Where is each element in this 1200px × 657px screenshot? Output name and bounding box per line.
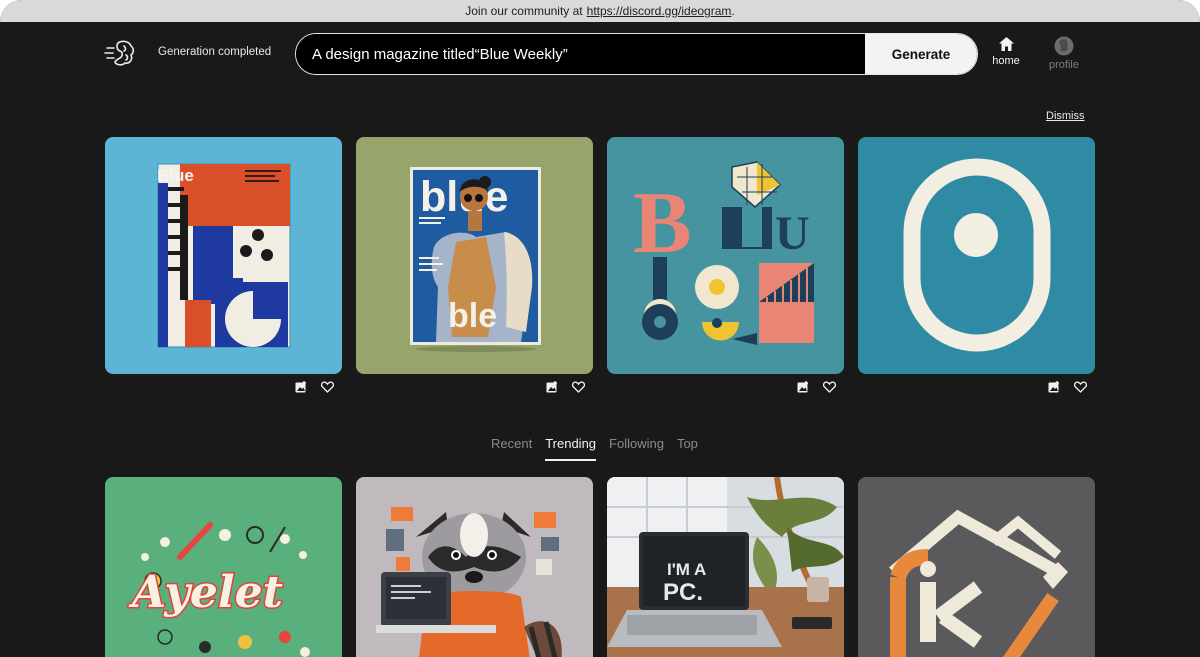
tab-trending[interactable]: Trending bbox=[545, 436, 596, 461]
image-text-im-a: I'M A bbox=[667, 560, 706, 579]
community-banner: Join our community at https://discord.gg… bbox=[0, 0, 1200, 22]
nav-profile[interactable]: profile bbox=[1042, 36, 1086, 71]
nav-home[interactable]: home bbox=[984, 36, 1028, 67]
remix-image-icon[interactable] bbox=[295, 381, 307, 393]
result-image-3[interactable]: B U bbox=[607, 137, 844, 374]
feed-tabs: Recent Trending Following Top bbox=[491, 436, 698, 461]
image-text-blue: Blue bbox=[157, 166, 194, 185]
generation-status: Generation completed bbox=[158, 46, 272, 58]
remix-image-icon[interactable] bbox=[546, 381, 558, 393]
feed-image-3[interactable]: I'M A PC. bbox=[607, 477, 844, 657]
image-text-ayelet: Ayelet bbox=[128, 567, 283, 618]
banner-text: Join our community at bbox=[465, 4, 583, 18]
heart-icon[interactable] bbox=[572, 381, 585, 393]
remix-image-icon[interactable] bbox=[797, 381, 809, 393]
nav-home-label: home bbox=[992, 55, 1020, 67]
tab-top[interactable]: Top bbox=[677, 436, 698, 461]
image-actions-2 bbox=[546, 381, 586, 395]
feed-image-2[interactable] bbox=[356, 477, 593, 657]
feed-image-4[interactable] bbox=[858, 477, 1095, 657]
discord-link[interactable]: https://discord.gg/ideogram bbox=[587, 4, 732, 18]
nav-profile-label: profile bbox=[1049, 59, 1079, 71]
home-icon bbox=[998, 37, 1014, 51]
heart-icon[interactable] bbox=[823, 381, 836, 393]
banner-suffix: . bbox=[731, 4, 735, 18]
image-actions-3 bbox=[797, 381, 837, 395]
result-image-2[interactable]: blue ble bbox=[356, 137, 593, 374]
feed-image-1[interactable]: Ayelet bbox=[105, 477, 342, 657]
heart-icon[interactable] bbox=[321, 381, 334, 393]
generate-button[interactable]: Generate bbox=[865, 34, 977, 74]
image-text-u: U bbox=[775, 207, 810, 260]
image-text-pc: PC. bbox=[663, 579, 703, 606]
dismiss-link[interactable]: Dismiss bbox=[1046, 110, 1085, 122]
image-text-ble: ble bbox=[448, 297, 497, 335]
image-actions-1 bbox=[295, 381, 335, 395]
heart-icon[interactable] bbox=[1074, 381, 1087, 393]
profile-icon bbox=[1054, 36, 1074, 56]
result-image-1[interactable]: Blue bbox=[105, 137, 342, 374]
ideogram-logo-icon[interactable] bbox=[104, 38, 136, 68]
remix-image-icon[interactable] bbox=[1048, 381, 1060, 393]
prompt-input[interactable] bbox=[296, 34, 865, 74]
app-window: Join our community at https://discord.gg… bbox=[0, 0, 1200, 657]
tab-recent[interactable]: Recent bbox=[491, 436, 532, 461]
prompt-bar: Generate bbox=[295, 33, 978, 75]
tab-following[interactable]: Following bbox=[609, 436, 664, 461]
result-image-4[interactable] bbox=[858, 137, 1095, 374]
image-actions-4 bbox=[1048, 381, 1088, 395]
